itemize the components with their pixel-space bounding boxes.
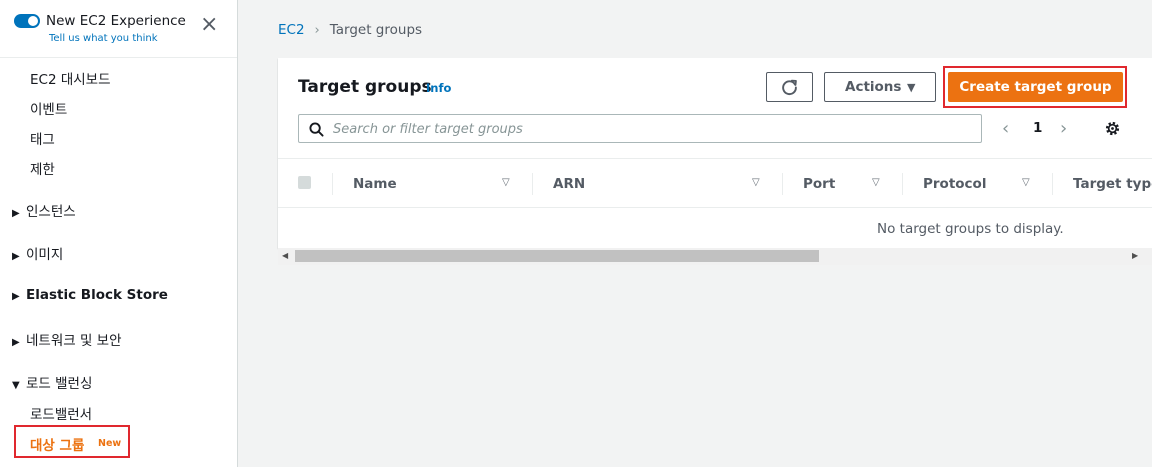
sidebar: New EC2 Experience Tell us what you thin… [0, 0, 238, 467]
new-experience-toggle-row: New EC2 Experience Tell us what you thin… [14, 12, 224, 48]
pagination-page-number[interactable]: 1 [1033, 120, 1042, 136]
breadcrumb-ec2-link[interactable]: EC2 [278, 22, 305, 38]
horizontal-scrollbar[interactable]: ◀ ▶ [278, 248, 1152, 265]
sidebar-item-tags[interactable]: 태그 [30, 128, 55, 148]
scroll-right-icon[interactable]: ▶ [1132, 251, 1138, 260]
column-divider [332, 173, 333, 195]
select-all-checkbox[interactable] [298, 176, 311, 189]
sidebar-section-label: Elastic Block Store [26, 287, 168, 303]
column-divider [1052, 173, 1053, 195]
feedback-link[interactable]: Tell us what you think [49, 33, 158, 44]
new-experience-title: New EC2 Experience [46, 13, 186, 29]
caret-down-icon: ▼ [907, 81, 916, 94]
expand-triangle-icon: ▶ [12, 291, 20, 302]
sidebar-section-label: 네트워크 및 보안 [26, 333, 122, 349]
column-divider [902, 173, 903, 195]
expand-triangle-icon: ▶ [12, 208, 20, 219]
sidebar-section-label: 로드 밸런싱 [26, 376, 93, 392]
expand-triangle-icon: ▶ [12, 337, 20, 348]
scroll-left-icon[interactable]: ◀ [282, 251, 288, 260]
actions-dropdown-button[interactable]: Actions ▼ [824, 72, 936, 102]
sidebar-section-elastic-block-store[interactable]: ▶ Elastic Block Store [12, 287, 168, 303]
breadcrumb: EC2 › Target groups [278, 22, 422, 38]
sort-icon[interactable]: ▽ [502, 177, 510, 188]
close-icon[interactable]: × [200, 14, 218, 36]
new-badge: New [98, 438, 122, 449]
new-experience-toggle[interactable] [14, 14, 40, 28]
sidebar-item-ec2-dashboard[interactable]: EC2 대시보드 [30, 68, 111, 88]
search-input[interactable] [331, 119, 975, 140]
scrollbar-thumb[interactable] [295, 250, 819, 262]
collapse-triangle-icon: ▼ [12, 380, 20, 391]
sidebar-section-network-security[interactable]: ▶ 네트워크 및 보안 [12, 329, 122, 349]
sort-icon[interactable]: ▽ [1022, 177, 1030, 188]
column-header-arn[interactable]: ARN [553, 176, 585, 192]
breadcrumb-current: Target groups [329, 22, 423, 38]
sidebar-section-label: 인스턴스 [26, 204, 76, 220]
column-divider [532, 173, 533, 195]
column-header-target-type[interactable]: Target type [1073, 176, 1152, 192]
actions-label: Actions [845, 79, 902, 95]
column-header-protocol[interactable]: Protocol [923, 176, 986, 192]
create-target-group-button[interactable]: Create target group [948, 72, 1123, 102]
sidebar-item-events[interactable]: 이벤트 [30, 98, 67, 118]
sidebar-item-label: 대상 그룹 [30, 438, 85, 454]
sidebar-section-load-balancing[interactable]: ▼ 로드 밸런싱 [12, 372, 92, 392]
table-header: Name ▽ ARN ▽ Port ▽ Protocol ▽ Target ty… [278, 158, 1152, 208]
refresh-button[interactable] [766, 72, 813, 102]
pagination-prev-icon[interactable]: ‹ [1002, 118, 1009, 139]
sidebar-section-images[interactable]: ▶ 이미지 [12, 243, 63, 263]
empty-table-message: No target groups to display. [877, 221, 1064, 237]
column-divider [782, 173, 783, 195]
refresh-icon [782, 79, 797, 96]
page-title: Target groups [298, 77, 432, 97]
pagination-next-icon[interactable]: › [1060, 118, 1067, 139]
info-link[interactable]: Info [426, 81, 451, 95]
search-icon [309, 122, 324, 137]
sort-icon[interactable]: ▽ [752, 177, 760, 188]
search-box [298, 114, 982, 143]
sidebar-section-instances[interactable]: ▶ 인스턴스 [12, 200, 76, 220]
sort-icon[interactable]: ▽ [872, 177, 880, 188]
breadcrumb-separator-icon: › [314, 23, 320, 38]
sidebar-item-target-groups[interactable]: 대상 그룹 New [14, 425, 130, 458]
sidebar-item-limits[interactable]: 제한 [30, 158, 55, 178]
sidebar-section-label: 이미지 [26, 247, 64, 263]
expand-triangle-icon: ▶ [12, 251, 20, 262]
gear-icon[interactable] [1104, 120, 1121, 137]
column-header-port[interactable]: Port [803, 176, 835, 192]
column-header-name[interactable]: Name [353, 176, 397, 192]
sidebar-item-load-balancers[interactable]: 로드밸런서 [30, 403, 92, 423]
sidebar-divider [0, 57, 237, 58]
target-groups-panel: Target groups Info Actions ▼ Create targ… [278, 58, 1152, 248]
